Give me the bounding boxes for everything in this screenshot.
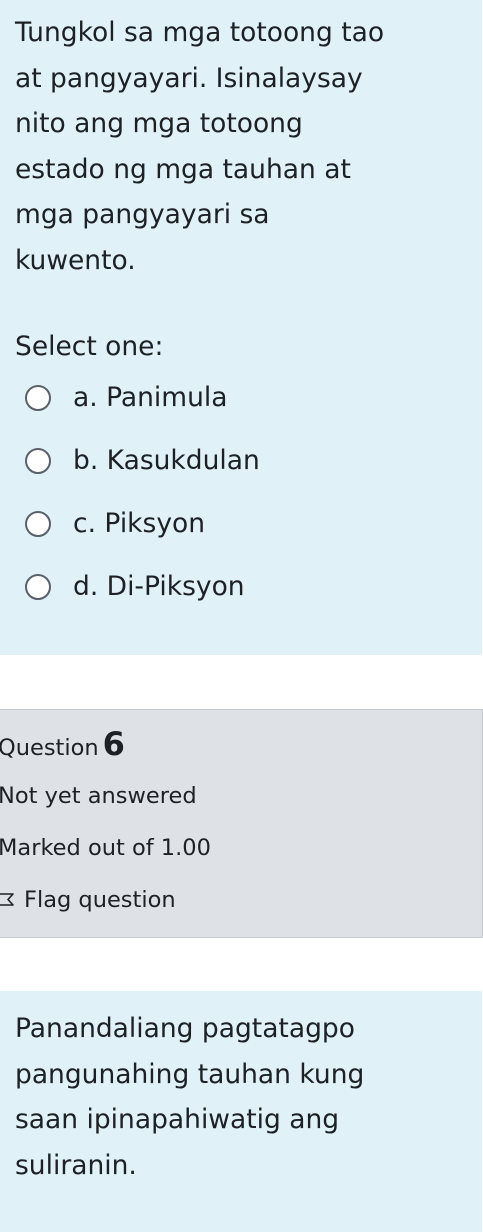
question-text: Tungkol sa mga totoong tao at pangyayari… [15,10,455,283]
radio-button-c[interactable] [25,511,51,537]
question-6-info: Question 6 Not yet answered Marked out of… [0,709,483,938]
select-one-prompt: Select one: [15,331,164,362]
question-text-line: at pangyayari. Isinalaysay [15,62,363,94]
flag-outline-icon[interactable] [0,891,17,913]
option-d-label: d. Di-Piksyon [73,571,245,602]
radio-button-d[interactable] [25,574,51,600]
option-d[interactable]: d. Di-Piksyon [22,565,442,615]
flag-question-label: Flag question [24,887,176,913]
question-text-line: mga pangyayari sa [15,199,270,230]
option-a-label: a. Panimula [73,382,228,413]
question-grade: Marked out of 1.00 [0,835,211,861]
question-text-line: Panandaliang pagtatagpo [15,1013,355,1044]
question-text-line: estado ng mga tauhan at [15,153,351,185]
question-5-content: Tungkol sa mga totoong tao at pangyayari… [0,0,482,655]
question-text-line: pangunahing tauhan kung [15,1058,365,1090]
option-b[interactable]: b. Kasukdulan [22,439,442,489]
flag-question-link[interactable]: Flag question [0,882,207,918]
question-number: Question 6 [0,724,125,768]
radio-button-b[interactable] [25,448,51,474]
question-text-line: saan ipinapahiwatig ang [15,1104,340,1135]
question-text-line: nito ang mga totoong [15,108,303,139]
question-text: Panandaliang pagtatagpo pangunahing tauh… [15,1006,455,1188]
question-label: Question [0,735,99,761]
question-6-content: Panandaliang pagtatagpo pangunahing tauh… [0,991,482,1232]
question-number-value: 6 [102,725,125,763]
question-text-line: suliranin. [15,1149,137,1181]
radio-button-a[interactable] [25,385,51,411]
option-b-label: b. Kasukdulan [73,445,260,476]
question-state: Not yet answered [0,783,197,809]
question-text-line: kuwento. [15,244,136,276]
option-a[interactable]: a. Panimula [22,376,442,426]
option-c-label: c. Piksyon [73,508,206,539]
option-c[interactable]: c. Piksyon [22,502,442,552]
question-text-line: Tungkol sa mga totoong tao [15,17,385,48]
